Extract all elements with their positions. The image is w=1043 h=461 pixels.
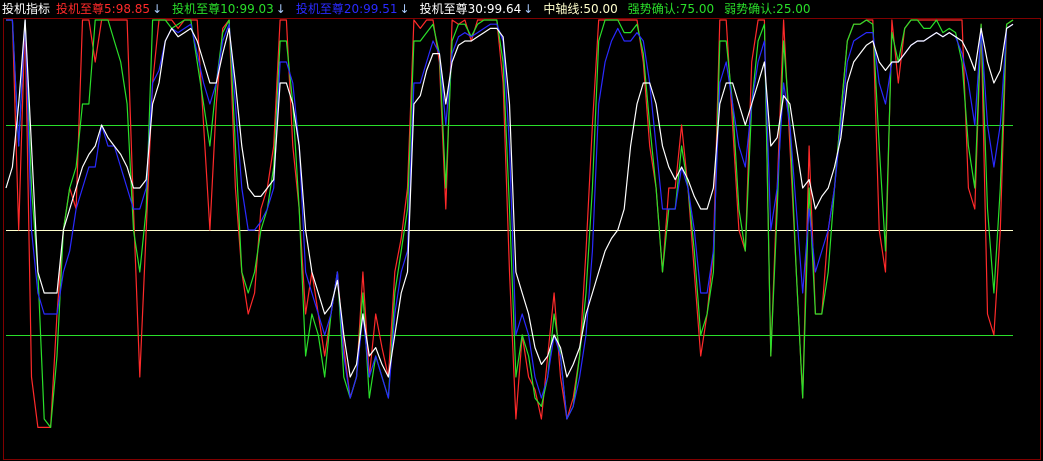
indicator-title: 投机指标 [2,2,51,16]
legend-label: 投机至尊10:99.03 [172,2,274,16]
legend-item: 投机至尊30:99.64 ↓ [420,1,534,17]
series-line-2 [6,19,1014,428]
legend-item: 投机至尊20:99.51 ↓ [296,1,410,17]
arrow-down-icon: ↓ [399,2,410,16]
indicator-chart [3,18,1041,460]
legend-label: 投机至尊5:98.85 [56,2,151,16]
arrow-down-icon: ↓ [275,2,286,16]
legend-label: 强势确认:75.00 [627,2,715,16]
legend-item: 投机至尊5:98.85 ↓ [56,1,162,17]
legend-items: 投机至尊5:98.85 ↓ 投机至尊10:99.03 ↓ 投机至尊20:99.51 ↓ 投机… [56,1,821,17]
legend-label: 中轴线:50.00 [543,2,618,16]
chart-window: 投机指标 投机至尊5:98.85 ↓ 投机至尊10:99.03 ↓ 投机至尊20:99.… [0,0,1043,461]
legend-item: 投机至尊10:99.03 ↓ [172,1,286,17]
legend-label: 弱势确认:25.00 [724,2,811,16]
arrow-down-icon: ↓ [523,2,534,16]
legend-item: 弱势确认:25.00 [724,1,810,17]
legend-item: 强势确认:75.00 [628,1,714,17]
legend-label: 投机至尊20:99.51 [295,2,398,16]
indicator-legend: 投机指标 投机至尊5:98.85 ↓ 投机至尊10:99.03 ↓ 投机至尊20:99.… [2,1,821,17]
legend-item: 中轴线:50.00 [543,1,617,17]
legend-label: 投机至尊30:99.64 [419,2,522,16]
series-lines [5,19,1014,428]
arrow-down-icon: ↓ [152,2,163,16]
